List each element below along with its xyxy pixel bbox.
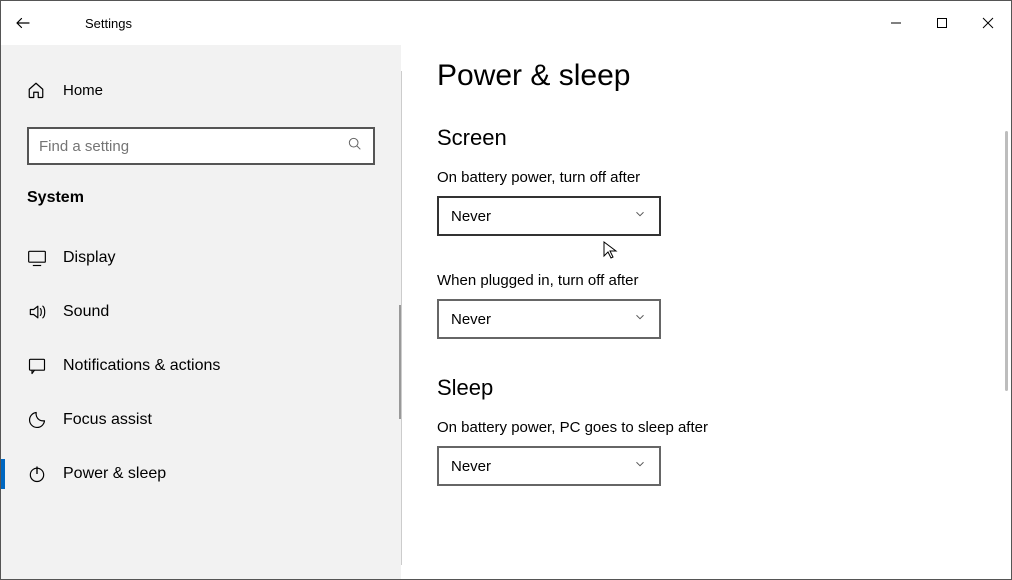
power-icon [27,464,49,484]
maximize-button[interactable] [919,1,965,45]
section-screen-heading: Screen [437,125,975,151]
sidebar-item-label: Focus assist [63,411,152,429]
sidebar-home-label: Home [63,82,103,99]
focus-assist-icon [27,410,49,430]
sidebar-item-notifications[interactable]: Notifications & actions [1,339,401,393]
sidebar-item-label: Notifications & actions [63,357,220,375]
display-icon [27,248,49,268]
screen-battery-dropdown[interactable]: Never [437,196,661,236]
dropdown-value: Never [451,208,633,225]
chevron-down-icon [633,207,647,226]
window-title: Settings [85,16,132,31]
sleep-battery-dropdown[interactable]: Never [437,446,661,486]
search-wrap [27,127,375,165]
page-heading: Power & sleep [437,59,975,93]
sidebar-item-label: Display [63,249,115,267]
screen-plugged-label: When plugged in, turn off after [437,272,975,289]
window-controls [873,1,1011,45]
screen-plugged-dropdown[interactable]: Never [437,299,661,339]
section-sleep-heading: Sleep [437,375,975,401]
sound-icon [27,302,49,322]
sidebar-item-label: Sound [63,303,109,321]
maximize-icon [936,17,948,29]
sidebar-item-focus-assist[interactable]: Focus assist [1,393,401,447]
sidebar-item-sound[interactable]: Sound [1,285,401,339]
close-button[interactable] [965,1,1011,45]
minimize-button[interactable] [873,1,919,45]
dropdown-value: Never [451,458,633,475]
chevron-down-icon [633,457,647,476]
search-input-container[interactable] [27,127,375,165]
minimize-icon [890,17,902,29]
sidebar-item-display[interactable]: Display [1,231,401,285]
back-button[interactable] [1,14,45,32]
notifications-icon [27,356,49,376]
sidebar-item-label: Power & sleep [63,465,166,483]
main-panel: Power & sleep Screen On battery power, t… [401,45,1011,579]
search-input[interactable] [39,138,347,155]
scrollbar[interactable] [1005,131,1008,391]
sidebar: Home System Display Sound [1,45,401,579]
content: Home System Display Sound [1,45,1011,579]
sidebar-nav: Display Sound Notifications & actions Fo… [1,231,401,501]
chevron-down-icon [633,310,647,329]
sidebar-category: System [27,189,401,207]
sidebar-home[interactable]: Home [1,71,401,109]
search-icon [347,136,363,157]
screen-battery-label: On battery power, turn off after [437,169,975,186]
arrow-left-icon [14,14,32,32]
home-icon [27,81,49,99]
titlebar: Settings [1,1,1011,45]
dropdown-value: Never [451,311,633,328]
close-icon [982,17,994,29]
sleep-battery-label: On battery power, PC goes to sleep after [437,419,975,436]
sidebar-item-power-sleep[interactable]: Power & sleep [1,447,401,501]
